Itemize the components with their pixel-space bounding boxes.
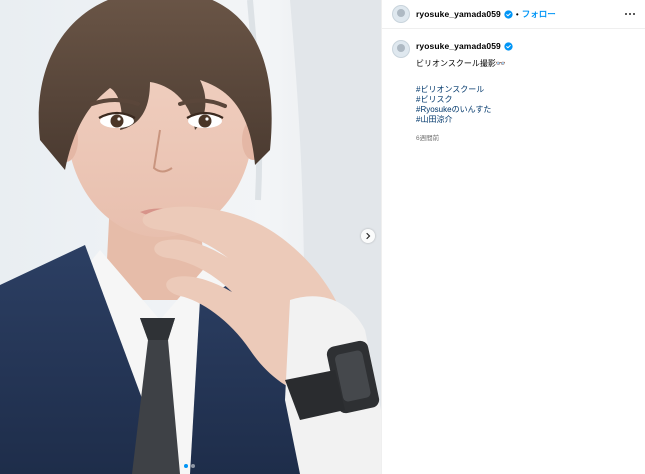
- post-caption: ryosuke_yamada059 ビリオンスクール撮影👓 #ビリオンスクール …: [382, 29, 645, 142]
- more-options-icon[interactable]: [622, 10, 639, 19]
- caption-text: ビリオンスクール撮影👓: [416, 59, 506, 68]
- post-photo[interactable]: [0, 0, 381, 474]
- hashtag-list: #ビリオンスクール #ビリスク #Ryosukeのいんすた #山田涼介: [416, 85, 513, 126]
- carousel-dot-1: [184, 464, 188, 468]
- verified-badge-icon: [504, 41, 513, 51]
- header-username[interactable]: ryosuke_yamada059: [416, 9, 501, 19]
- verified-badge-icon: [504, 9, 513, 19]
- caption-avatar[interactable]: [392, 40, 410, 58]
- caption-username[interactable]: ryosuke_yamada059: [416, 41, 501, 51]
- portrait-image: [0, 0, 381, 474]
- post-timestamp[interactable]: 6週間前: [416, 132, 513, 142]
- hashtag-link[interactable]: #Ryosukeのいんすた: [416, 105, 513, 115]
- carousel-dot-2: [191, 464, 195, 468]
- next-slide-button[interactable]: [361, 229, 375, 243]
- hashtag-link[interactable]: #ビリスク: [416, 95, 513, 105]
- hashtag-link[interactable]: #山田涼介: [416, 115, 513, 125]
- post-header: ryosuke_yamada059 • フォロー: [382, 0, 645, 29]
- carousel-indicator: [184, 464, 195, 468]
- post-sidebar: ryosuke_yamada059 • フォロー ryosuke_yamada0…: [381, 0, 645, 474]
- follow-button[interactable]: フォロー: [522, 8, 556, 20]
- header-separator: •: [515, 9, 519, 19]
- chevron-right-icon: [366, 232, 371, 240]
- hashtag-link[interactable]: #ビリオンスクール: [416, 85, 513, 95]
- avatar[interactable]: [392, 5, 410, 23]
